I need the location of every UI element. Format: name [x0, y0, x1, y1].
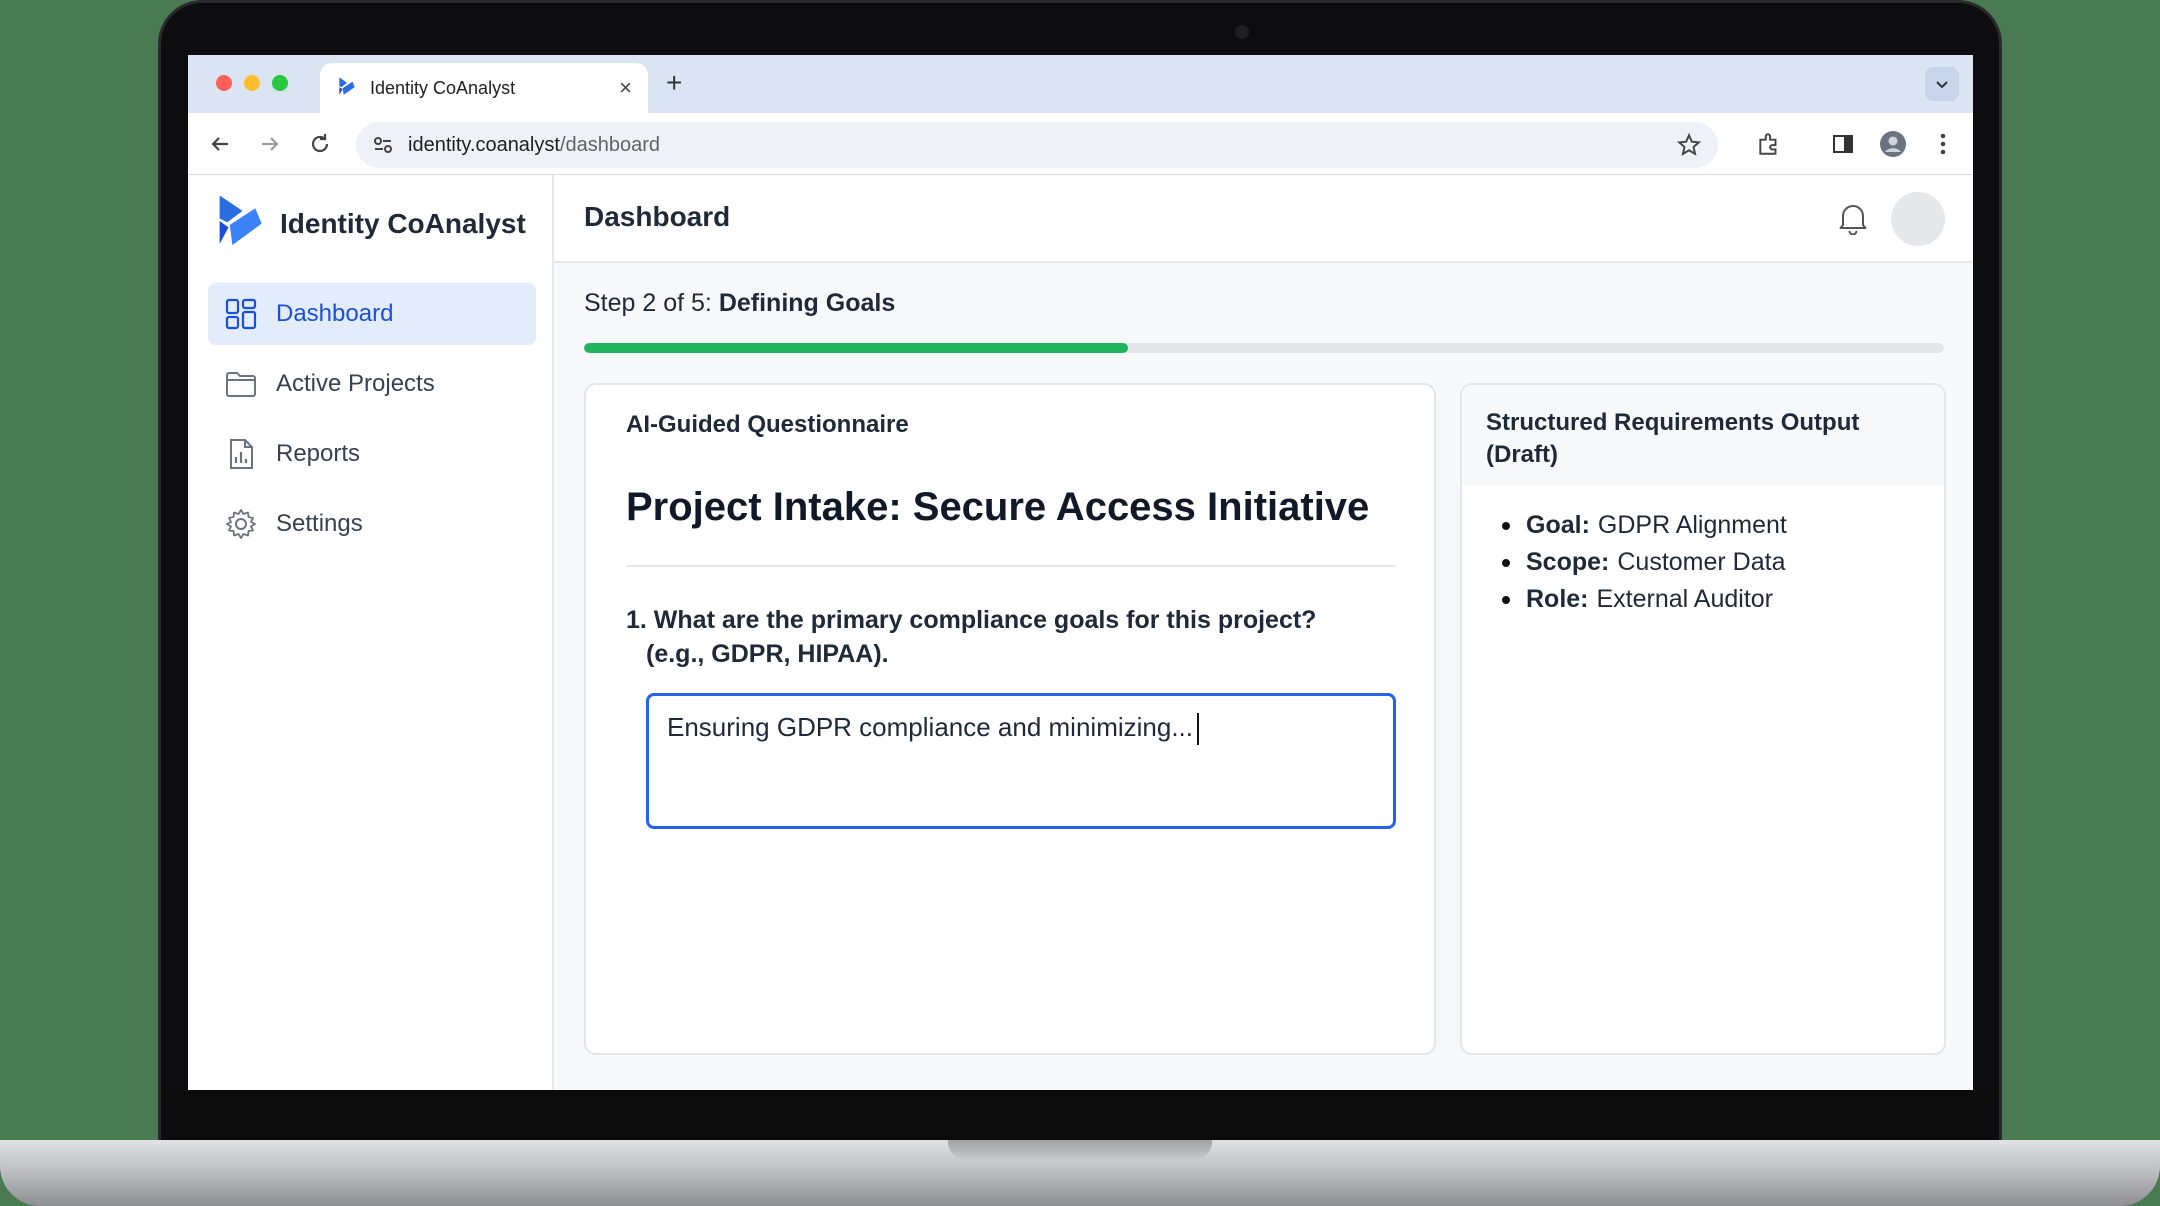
- app-logo-icon: [214, 193, 266, 254]
- profile-avatar-icon: [1880, 131, 1906, 157]
- notifications-button[interactable]: [1837, 201, 1869, 240]
- dashboard-grid-icon: [225, 298, 257, 330]
- sidebar-item-reports[interactable]: Reports: [208, 423, 536, 485]
- profile-button[interactable]: [1878, 129, 1908, 159]
- side-panel-button[interactable]: [1828, 129, 1858, 159]
- sidebar-item-label: Settings: [276, 510, 363, 537]
- folder-icon: [226, 372, 256, 397]
- brand[interactable]: Identity CoAnalyst: [214, 193, 526, 254]
- more-vertical-icon: [1940, 133, 1946, 155]
- browser-tab-bar: Identity CoAnalyst × +: [188, 55, 1973, 113]
- address-bar[interactable]: identity.coanalyst/dashboard: [356, 122, 1718, 168]
- requirement-value: External Auditor: [1596, 585, 1774, 613]
- main-content: Dashboard Step 2 of 5: Defining Goals AI…: [554, 175, 1973, 1090]
- forward-button[interactable]: [256, 130, 284, 158]
- page-header: Dashboard: [554, 175, 1973, 263]
- app: Identity CoAnalyst Dashboard Active Proj…: [188, 175, 1973, 1090]
- requirements-list: Goal: GDPR Alignment Scope: Customer Data …: [1502, 507, 1787, 618]
- sidebar-nav: Dashboard Active Projects Reports Settin…: [208, 283, 536, 563]
- arrow-left-icon: [211, 137, 228, 151]
- camera: [1235, 25, 1249, 39]
- laptop-notch: [948, 1140, 1212, 1160]
- arrow-right-icon: [262, 137, 279, 151]
- list-item: Goal: GDPR Alignment: [1502, 507, 1787, 544]
- list-item: Role: External Auditor: [1502, 581, 1787, 618]
- url-path: /dashboard: [559, 133, 661, 156]
- browser-tab[interactable]: Identity CoAnalyst ×: [320, 63, 648, 113]
- requirement-value: GDPR Alignment: [1597, 511, 1787, 539]
- back-button[interactable]: [206, 130, 234, 158]
- reload-icon: [311, 134, 329, 153]
- requirement-key: Scope:: [1526, 548, 1610, 576]
- reload-button[interactable]: [306, 130, 334, 158]
- new-tab-button[interactable]: +: [666, 67, 682, 99]
- answer-textarea[interactable]: Ensuring GDPR compliance and minimizing.…: [646, 693, 1396, 829]
- brand-name: Identity CoAnalyst: [280, 207, 526, 239]
- requirements-output-title: Structured Requirements Output (Draft): [1462, 385, 1944, 485]
- question-line-1: 1. What are the primary compliance goals…: [626, 606, 1317, 634]
- list-item: Scope: Customer Data: [1502, 544, 1787, 581]
- progress-bar: [584, 343, 1944, 353]
- extensions-button[interactable]: [1754, 129, 1784, 159]
- divider: [626, 565, 1396, 567]
- sidebar-item-settings[interactable]: Settings: [208, 493, 536, 555]
- text-caret: [1197, 713, 1199, 746]
- maximize-window-button[interactable]: [272, 75, 288, 91]
- close-window-button[interactable]: [216, 75, 232, 91]
- step-indicator: Step 2 of 5: Defining Goals: [584, 289, 895, 318]
- laptop-bottom-bezel: [166, 1090, 1994, 1140]
- tab-close-icon[interactable]: ×: [619, 77, 632, 99]
- puzzle-icon: [1759, 133, 1777, 155]
- page-title: Dashboard: [584, 201, 731, 232]
- chevron-down-icon: [1936, 81, 1948, 89]
- step-prefix: Step 2 of 5:: [584, 289, 712, 317]
- requirements-output-card: Structured Requirements Output (Draft) G…: [1460, 383, 1946, 1055]
- sidebar-item-active-projects[interactable]: Active Projects: [208, 353, 536, 415]
- intake-title: Project Intake: Secure Access Initiative: [626, 485, 1370, 529]
- tab-search-button[interactable]: [1925, 67, 1959, 101]
- bell-icon: [1839, 205, 1867, 236]
- requirement-key: Role:: [1526, 585, 1589, 613]
- screen: Identity CoAnalyst × + identity.coanalys…: [188, 55, 1973, 1090]
- progress-bar-fill: [584, 343, 1128, 353]
- sidebar-item-label: Dashboard: [276, 300, 394, 327]
- url-host: identity.coanalyst: [408, 133, 560, 156]
- browser-menu-button[interactable]: [1928, 129, 1958, 159]
- requirement-value: Customer Data: [1617, 548, 1786, 576]
- minimize-window-button[interactable]: [244, 75, 260, 91]
- site-settings-icon[interactable]: [372, 134, 394, 156]
- question-text: 1. What are the primary compliance goals…: [626, 603, 1406, 671]
- requirement-key: Goal:: [1526, 511, 1590, 539]
- question-line-2: (e.g., GDPR, HIPAA).: [646, 640, 889, 668]
- gear-icon: [226, 509, 256, 539]
- tab-title: Identity CoAnalyst: [370, 77, 516, 98]
- answer-value: Ensuring GDPR compliance and minimizing.…: [667, 712, 1193, 742]
- window-controls: [216, 75, 288, 91]
- browser-toolbar: identity.coanalyst/dashboard: [188, 113, 1973, 175]
- avatar[interactable]: [1891, 192, 1945, 246]
- step-name: Defining Goals: [718, 289, 896, 317]
- bookmark-star-icon[interactable]: [1676, 132, 1702, 158]
- sidebar-item-label: Reports: [276, 440, 361, 467]
- sidebar-item-label: Active Projects: [276, 370, 435, 397]
- report-document-icon: [230, 439, 253, 469]
- sidebar: Identity CoAnalyst Dashboard Active Proj…: [188, 175, 554, 1090]
- questionnaire-card: AI-Guided Questionnaire Project Intake: …: [584, 383, 1436, 1055]
- app-logo-icon: [336, 75, 358, 102]
- sidebar-item-dashboard[interactable]: Dashboard: [208, 283, 536, 345]
- questionnaire-label: AI-Guided Questionnaire: [626, 411, 909, 438]
- side-panel-icon: [1833, 135, 1853, 153]
- url-text: identity.coanalyst/dashboard: [408, 134, 660, 157]
